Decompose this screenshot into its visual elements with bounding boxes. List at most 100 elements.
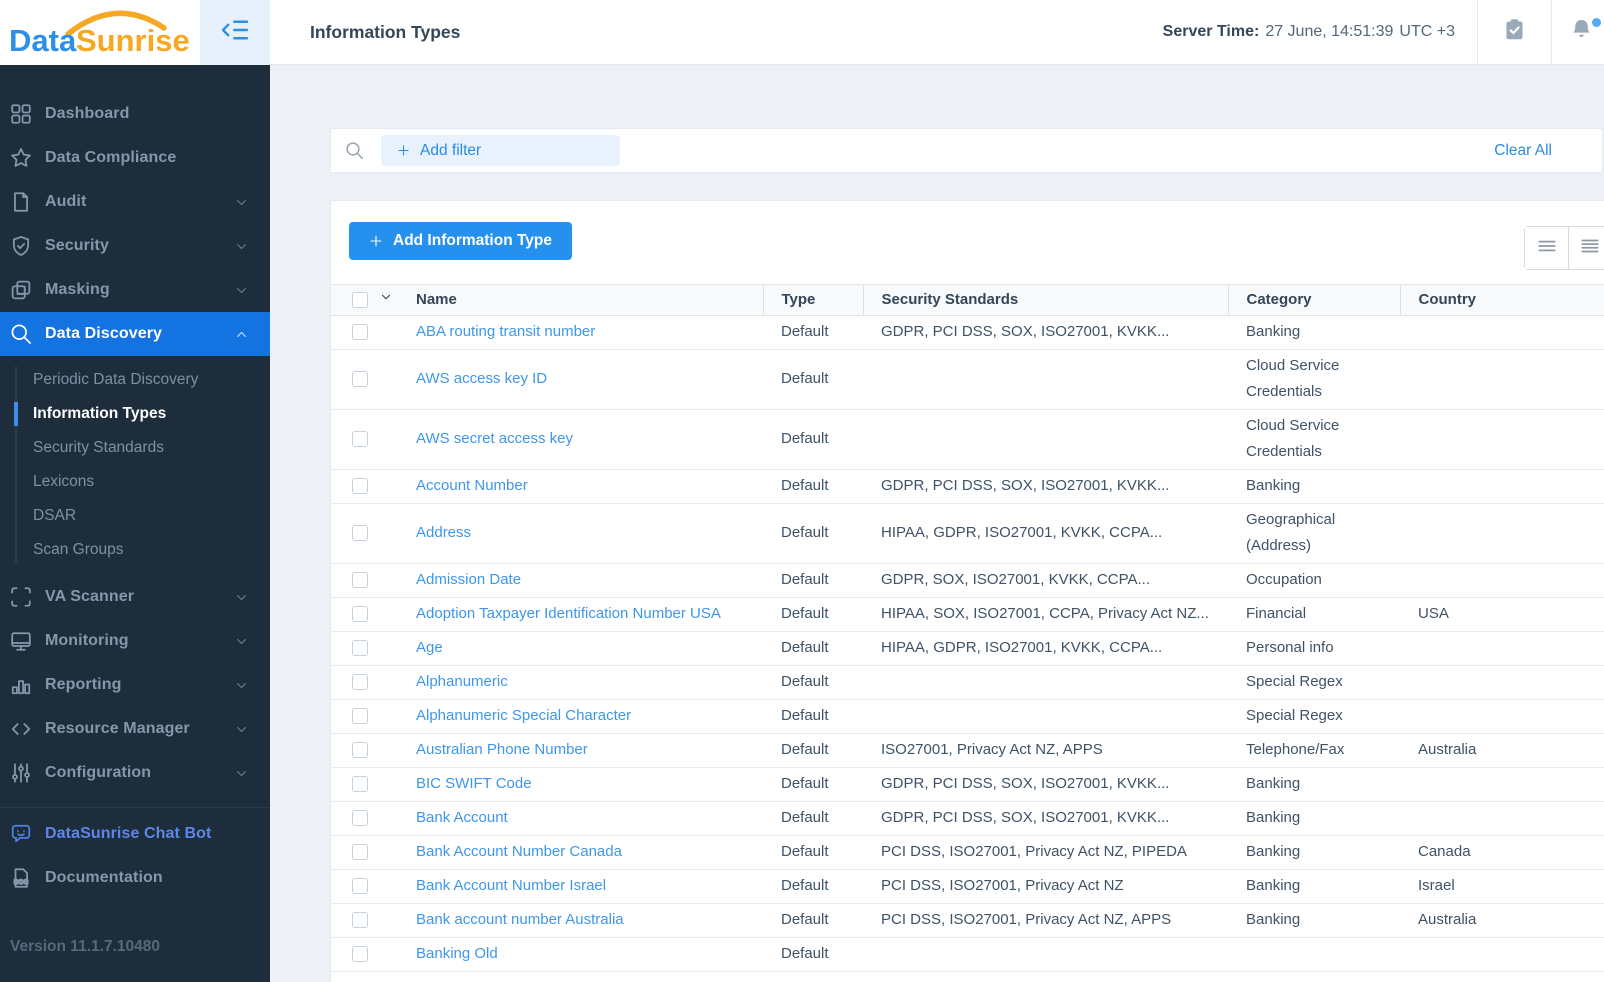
column-header-country[interactable]: Country (1399, 284, 1604, 316)
sidebar-item-label: Documentation (45, 869, 163, 886)
search-icon (345, 141, 364, 160)
sliders-icon (9, 761, 33, 785)
column-header-name[interactable]: Name (416, 284, 763, 316)
column-header-category[interactable]: Category (1227, 284, 1400, 316)
sidebar-item-configuration[interactable]: Configuration (0, 751, 270, 795)
row-checkbox[interactable] (352, 478, 368, 495)
cell-standards (863, 665, 1228, 700)
cell-country (1400, 937, 1604, 972)
row-checkbox[interactable] (352, 810, 368, 827)
row-checkbox[interactable] (352, 674, 368, 691)
tasks-button[interactable] (1477, 0, 1551, 64)
sidebar-subitem-security-standards[interactable]: Security Standards (0, 431, 270, 465)
sidebar-item-reporting[interactable]: Reporting (0, 663, 270, 707)
sidebar-item-va-scanner[interactable]: VA Scanner (0, 575, 270, 619)
information-type-link[interactable]: Bank Account (416, 809, 508, 826)
add-filter-button[interactable]: Add filter (381, 135, 620, 166)
top-bar: Information Types Server Time: 27 June, 1… (270, 0, 1604, 65)
chat-icon (9, 822, 33, 846)
cell-type: Default (763, 469, 863, 504)
row-checkbox[interactable] (352, 708, 368, 725)
row-checkbox[interactable] (352, 606, 368, 623)
sidebar-item-label: Resource Manager (45, 720, 190, 737)
notifications-button[interactable] (1551, 0, 1604, 64)
row-checkbox[interactable] (352, 844, 368, 861)
information-type-link[interactable]: Bank Account Number Israel (416, 877, 606, 894)
information-type-link[interactable]: ABA routing transit number (416, 323, 595, 340)
select-menu-chevron-icon[interactable] (379, 291, 393, 308)
grid-icon (9, 102, 33, 126)
row-checkbox[interactable] (352, 525, 368, 542)
information-type-link[interactable]: Bank account number Australia (416, 911, 624, 928)
density-comfortable-button[interactable] (1525, 227, 1568, 269)
sidebar-submenu: Periodic Data Discovery Information Types… (0, 356, 270, 575)
row-checkbox[interactable] (352, 324, 368, 341)
column-header-security-standards[interactable]: Security Standards (862, 284, 1228, 316)
chevron-down-icon (234, 195, 248, 209)
row-checkbox[interactable] (352, 946, 368, 963)
server-time-zone: UTC +3 (1399, 23, 1455, 40)
add-information-type-button[interactable]: Add Information Type (349, 222, 573, 260)
information-type-link[interactable]: Age (416, 639, 443, 656)
sidebar-item-masking[interactable]: Masking (0, 268, 270, 312)
cell-standards (863, 349, 1228, 410)
row-checkbox[interactable] (352, 431, 368, 448)
sidebar-item-documentation[interactable]: DOC Documentation (0, 856, 270, 900)
select-all-checkbox[interactable] (352, 291, 368, 308)
sidebar-item-monitoring[interactable]: Monitoring (0, 619, 270, 663)
information-type-link[interactable]: Adoption Taxpayer Identification Number … (416, 605, 721, 622)
cell-standards (863, 409, 1228, 470)
cell-country: Canada (1400, 835, 1604, 870)
sidebar-item-data-compliance[interactable]: Data Compliance (0, 136, 270, 180)
table-row: BIC SWIFT Code Default GDPR, PCI DSS, SOX,… (331, 767, 1604, 802)
table-row: Australian Phone Number Default ISO27001, … (331, 733, 1604, 768)
sidebar-subitem-lexicons[interactable]: Lexicons (0, 465, 270, 499)
row-checkbox[interactable] (352, 742, 368, 759)
information-type-link[interactable]: BIC SWIFT Code (416, 775, 532, 792)
information-type-link[interactable]: AWS secret access key (416, 430, 573, 447)
row-checkbox[interactable] (352, 371, 368, 388)
column-header-type[interactable]: Type (762, 284, 863, 316)
sidebar-subitem-information-types[interactable]: Information Types (0, 397, 270, 431)
information-type-link[interactable]: Alphanumeric Special Character (416, 707, 631, 724)
sidebar-item-resource-manager[interactable]: Resource Manager (0, 707, 270, 751)
row-checkbox[interactable] (352, 912, 368, 929)
information-type-link[interactable]: Alphanumeric (416, 673, 508, 690)
sidebar-item-data-discovery[interactable]: Data Discovery (0, 312, 270, 356)
sidebar-collapse-button[interactable] (200, 0, 270, 65)
table-row: Bank Account Number Canada Default PCI DSS… (331, 835, 1604, 870)
information-type-link[interactable]: Banking Old (416, 945, 498, 962)
density-compact-button[interactable] (1568, 227, 1604, 269)
information-type-link[interactable]: Australian Phone Number (416, 741, 588, 758)
table-header-row: Name Type Security Standards Category Co… (331, 284, 1604, 316)
information-type-link[interactable]: Bank Account Number Canada (416, 843, 622, 860)
row-checkbox[interactable] (352, 776, 368, 793)
sidebar-item-datasunrise-chat-bot[interactable]: DataSunrise Chat Bot (0, 812, 270, 856)
cell-type: Default (763, 801, 863, 836)
sidebar-subitem-periodic-data-discovery[interactable]: Periodic Data Discovery (0, 363, 270, 397)
table-row: Bank Account Default GDPR, PCI DSS, SOX, I… (331, 801, 1604, 836)
sidebar-item-label: Audit (45, 193, 87, 210)
cell-category: Telephone/Fax (1228, 733, 1400, 768)
sidebar-subitem-dsar[interactable]: DSAR (0, 499, 270, 533)
row-checkbox[interactable] (352, 878, 368, 895)
information-type-link[interactable]: Address (416, 524, 471, 541)
information-type-link[interactable]: AWS access key ID (416, 370, 547, 387)
sidebar-subitem-scan-groups[interactable]: Scan Groups (0, 533, 270, 567)
information-type-link[interactable]: Admission Date (416, 571, 521, 588)
cell-type: Default (763, 503, 863, 564)
cell-country (1400, 469, 1604, 504)
cell-category: Special Regex (1228, 699, 1400, 734)
row-checkbox[interactable] (352, 572, 368, 589)
document-icon (9, 190, 33, 214)
sidebar-item-security[interactable]: Security (0, 224, 270, 268)
sidebar-item-dashboard[interactable]: Dashboard (0, 92, 270, 136)
chevron-up-icon (234, 327, 248, 341)
sidebar-item-label: VA Scanner (45, 588, 135, 605)
row-checkbox[interactable] (352, 640, 368, 657)
sidebar-item-audit[interactable]: Audit (0, 180, 270, 224)
information-type-link[interactable]: Account Number (416, 477, 528, 494)
sidebar-item-label: Masking (45, 281, 110, 298)
clear-all-link[interactable]: Clear All (1494, 142, 1552, 160)
cell-standards: PCI DSS, ISO27001, Privacy Act NZ (863, 869, 1228, 904)
